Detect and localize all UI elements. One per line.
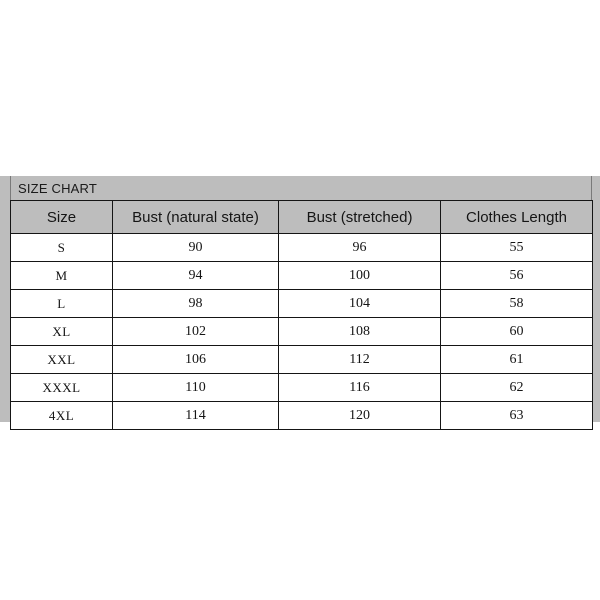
cell-size: S xyxy=(10,233,113,262)
cell-bust-stretched: 108 xyxy=(278,317,441,346)
column-header-bust-stretched: Bust (stretched) xyxy=(278,200,441,234)
cell-clothes-length: 61 xyxy=(440,345,593,374)
table-row: M 94 100 56 xyxy=(10,261,593,290)
table-header: Size Bust (natural state) Bust (stretche… xyxy=(10,200,593,234)
cell-bust-stretched: 100 xyxy=(278,261,441,290)
table-row: S 90 96 55 xyxy=(10,233,593,262)
cell-size: XXL xyxy=(10,345,113,374)
cell-bust-natural: 102 xyxy=(112,317,279,346)
column-header-clothes-length: Clothes Length xyxy=(440,200,593,234)
cell-size: L xyxy=(10,289,113,318)
size-table-container: Size Bust (natural state) Bust (stretche… xyxy=(10,200,593,430)
column-header-bust-natural: Bust (natural state) xyxy=(112,200,279,234)
cell-bust-natural: 90 xyxy=(112,233,279,262)
column-header-size: Size xyxy=(10,200,113,234)
page-title: SIZE CHART xyxy=(18,180,98,196)
cell-clothes-length: 62 xyxy=(440,373,593,402)
cell-size: XL xyxy=(10,317,113,346)
size-chart-table: Size Bust (natural state) Bust (stretche… xyxy=(10,200,593,430)
cell-clothes-length: 58 xyxy=(440,289,593,318)
table-row: XXXL 110 116 62 xyxy=(10,373,593,402)
table-row: L 98 104 58 xyxy=(10,289,593,318)
cell-size: M xyxy=(10,261,113,290)
cell-bust-stretched: 120 xyxy=(278,401,441,430)
cell-bust-stretched: 104 xyxy=(278,289,441,318)
cell-bust-natural: 106 xyxy=(112,345,279,374)
cell-clothes-length: 60 xyxy=(440,317,593,346)
size-chart-title-row: SIZE CHART xyxy=(10,176,592,200)
cell-bust-stretched: 116 xyxy=(278,373,441,402)
table-row: 4XL 114 120 63 xyxy=(10,401,593,430)
cell-size: XXXL xyxy=(10,373,113,402)
cell-bust-stretched: 96 xyxy=(278,233,441,262)
cell-bust-stretched: 112 xyxy=(278,345,441,374)
cell-clothes-length: 55 xyxy=(440,233,593,262)
cell-clothes-length: 63 xyxy=(440,401,593,430)
cell-bust-natural: 94 xyxy=(112,261,279,290)
table-header-row: Size Bust (natural state) Bust (stretche… xyxy=(10,200,593,234)
cell-bust-natural: 98 xyxy=(112,289,279,318)
cell-clothes-length: 56 xyxy=(440,261,593,290)
table-body: S 90 96 55 M 94 100 56 L 98 104 58 XL 10… xyxy=(10,233,593,430)
size-chart-panel: SIZE CHART Size Bust (natural state) Bus… xyxy=(0,176,600,430)
table-row: XXL 106 112 61 xyxy=(10,345,593,374)
cell-size: 4XL xyxy=(10,401,113,430)
cell-bust-natural: 110 xyxy=(112,373,279,402)
table-row: XL 102 108 60 xyxy=(10,317,593,346)
cell-bust-natural: 114 xyxy=(112,401,279,430)
